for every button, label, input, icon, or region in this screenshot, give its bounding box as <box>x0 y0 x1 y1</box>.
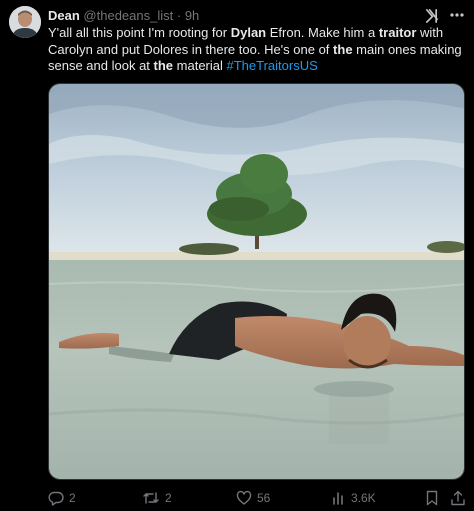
bookmark-button[interactable] <box>425 488 439 508</box>
tweet-actions: 2 2 56 3.6K <box>48 488 468 508</box>
author-handle[interactable]: @thedeans_list <box>83 8 173 23</box>
tweet-photo[interactable] <box>48 83 465 480</box>
tweet-header: Dean @thedeans_list · 9h <box>48 7 404 24</box>
tweet-top-actions <box>424 7 465 23</box>
views-icon <box>332 490 346 506</box>
repost-count: 2 <box>165 491 172 505</box>
text-bold: the <box>333 41 353 57</box>
bookmark-icon <box>425 490 439 506</box>
like-icon <box>236 490 252 506</box>
text-bold: traitor <box>378 25 417 40</box>
tweet: Dean @thedeans_list · 9h Y'all all this … <box>0 0 474 511</box>
views-count: 3.6K <box>351 491 376 505</box>
like-button[interactable]: 56 <box>236 488 270 508</box>
reply-icon <box>48 490 64 506</box>
text-bold: the <box>153 58 174 73</box>
more-icon[interactable] <box>449 7 465 23</box>
reply-button[interactable]: 2 <box>48 488 76 508</box>
share-icon <box>450 490 466 506</box>
text-segment: Y'all all this point I'm rooting for <box>48 25 231 40</box>
hashtag-link[interactable]: #TheTraitorsUS <box>227 58 318 73</box>
header-separator: · <box>176 8 182 23</box>
share-button[interactable] <box>450 488 466 508</box>
views-button[interactable]: 3.6K <box>332 488 376 508</box>
text-bold: Dylan <box>230 25 267 40</box>
grok-icon[interactable] <box>424 8 439 23</box>
post-time[interactable]: 9h <box>185 8 199 23</box>
text-segment: Efron. Make him a <box>266 25 379 40</box>
avatar[interactable] <box>9 6 41 38</box>
repost-icon <box>142 490 160 506</box>
text-segment: material <box>173 58 227 73</box>
author-name[interactable]: Dean <box>48 8 80 23</box>
photo-beach-scene <box>49 84 464 479</box>
reply-count: 2 <box>69 491 76 505</box>
tweet-text: Y'all all this point I'm rooting for Dyl… <box>48 25 464 75</box>
like-count: 56 <box>257 491 271 505</box>
repost-button[interactable]: 2 <box>142 488 172 508</box>
